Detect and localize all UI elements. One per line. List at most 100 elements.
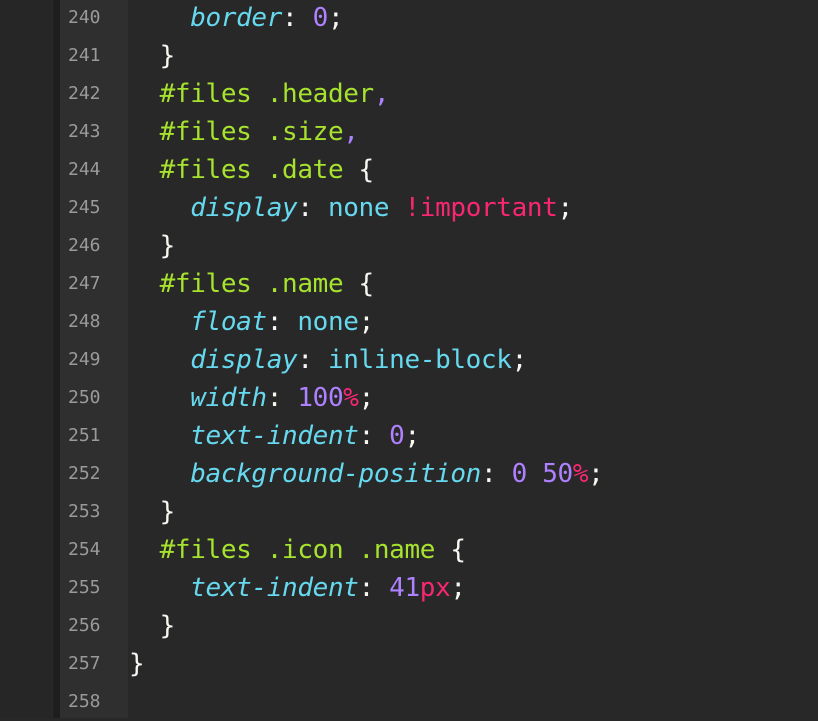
css-punctuation: :	[358, 573, 390, 603]
line-source[interactable]: display: none !important;	[129, 189, 573, 227]
line-source[interactable]: #files .icon .name {	[129, 531, 466, 569]
code-line[interactable]: 241 }	[0, 37, 818, 75]
line-number: 254	[68, 539, 101, 560]
line-source[interactable]: #files .header,	[129, 75, 390, 113]
css-property: background-position	[190, 459, 481, 489]
code-line[interactable]: 252 background-position: 0 50%;	[0, 455, 818, 493]
css-unit: %	[343, 383, 359, 413]
css-punctuation: :	[480, 459, 512, 489]
code-line[interactable]: 251 text-indent: 0;	[0, 417, 818, 455]
css-punctuation: {	[435, 535, 466, 565]
css-property: display	[190, 193, 298, 223]
css-value: inline-block	[327, 345, 512, 375]
code-line[interactable]: 254 #files .icon .name {	[0, 531, 818, 569]
code-line[interactable]: 246 }	[0, 227, 818, 265]
css-punctuation: :	[266, 383, 298, 413]
line-source[interactable]: float: none;	[129, 303, 374, 341]
code-line[interactable]: 257}	[0, 645, 818, 683]
css-punctuation: ;	[358, 307, 375, 337]
line-number: 247	[68, 273, 101, 294]
css-punctuation: ;	[327, 3, 344, 33]
line-number: 248	[68, 311, 101, 332]
code-line[interactable]: 255 text-indent: 41px;	[0, 569, 818, 607]
code-line[interactable]: 256 }	[0, 607, 818, 645]
css-number: 41	[389, 573, 420, 603]
css-punctuation: :	[358, 421, 390, 451]
line-source[interactable]: width: 100%;	[129, 379, 374, 417]
line-source[interactable]: #files .date {	[129, 151, 375, 189]
css-punctuation: ;	[404, 421, 420, 451]
line-source[interactable]: display: inline-block;	[129, 341, 527, 379]
css-property: text-indent	[190, 421, 359, 451]
css-value: none	[297, 307, 359, 337]
code-line[interactable]: 244 #files .date {	[0, 151, 818, 189]
css-punctuation	[527, 459, 542, 489]
css-number: 0	[511, 459, 528, 489]
css-punctuation: }	[159, 497, 176, 527]
code-line[interactable]: 249 display: inline-block;	[0, 341, 818, 379]
line-source[interactable]: #files .name {	[129, 265, 375, 303]
line-source[interactable]: border: 0;	[129, 0, 343, 37]
css-punctuation: ;	[588, 459, 604, 489]
line-source[interactable]: }	[129, 37, 176, 75]
line-source[interactable]: text-indent: 0;	[129, 417, 420, 455]
code-line[interactable]: 253 }	[0, 493, 818, 531]
line-source[interactable]: background-position: 0 50%;	[129, 455, 604, 493]
line-source[interactable]: }	[129, 227, 176, 265]
code-line[interactable]: 242 #files .header,	[0, 75, 818, 113]
css-selector: #files .icon .name	[159, 535, 436, 565]
line-number: 258	[68, 691, 101, 712]
css-punctuation: {	[343, 155, 375, 185]
css-punctuation: :	[282, 3, 313, 33]
line-number: 246	[68, 235, 101, 256]
css-selector: #files .name	[159, 269, 344, 299]
css-value: none	[327, 193, 390, 223]
line-source[interactable]: }	[129, 493, 176, 531]
css-punctuation: }	[129, 649, 145, 679]
code-line[interactable]: 250 width: 100%;	[0, 379, 818, 417]
css-punctuation: ;	[511, 345, 528, 375]
css-selector: #files .header	[159, 79, 375, 109]
css-property: float	[190, 307, 267, 337]
css-number: 50	[542, 459, 573, 489]
code-line[interactable]: 248 float: none;	[0, 303, 818, 341]
css-punctuation: ;	[450, 573, 466, 603]
css-punctuation: :	[297, 193, 328, 223]
css-property: display	[190, 345, 298, 375]
line-number: 255	[68, 577, 101, 598]
line-source[interactable]: }	[129, 607, 176, 645]
css-property: width	[190, 383, 267, 413]
css-punctuation: }	[159, 41, 176, 71]
line-source[interactable]: #files .size,	[129, 113, 359, 151]
code-line[interactable]: 243 #files .size,	[0, 113, 818, 151]
line-number: 257	[68, 653, 101, 674]
line-number: 249	[68, 349, 101, 370]
css-comma: ,	[373, 79, 390, 109]
line-source[interactable]: }	[129, 645, 145, 683]
code-line[interactable]: 240 border: 0;	[0, 0, 818, 37]
css-property: border	[190, 3, 283, 33]
css-punctuation	[389, 193, 404, 223]
css-punctuation: }	[159, 231, 176, 261]
code-line[interactable]: 245 display: none !important;	[0, 189, 818, 227]
css-property: text-indent	[190, 573, 359, 603]
line-number: 240	[68, 7, 101, 28]
css-number: 100	[297, 383, 344, 413]
line-number: 245	[68, 197, 101, 218]
line-source[interactable]: text-indent: 41px;	[129, 569, 466, 607]
css-comma: ,	[343, 117, 359, 147]
line-number: 251	[68, 425, 101, 446]
code-line[interactable]: 258	[0, 683, 818, 721]
css-punctuation: ;	[358, 383, 375, 413]
code-line[interactable]: 247 #files .name {	[0, 265, 818, 303]
